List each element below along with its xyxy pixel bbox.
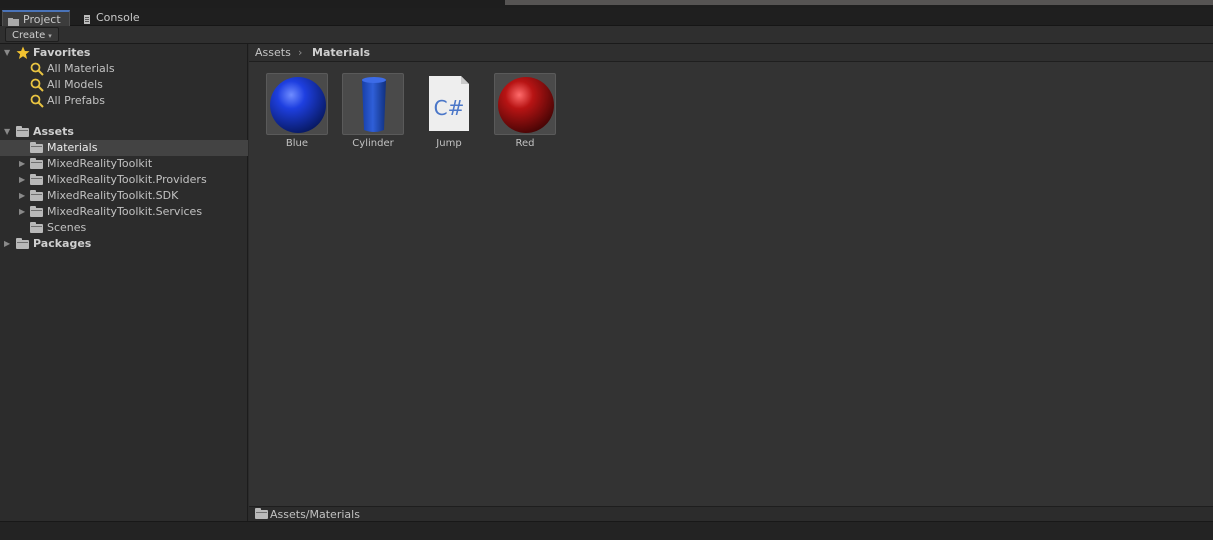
folder-icon (30, 190, 43, 201)
tab-project-label: Project (23, 13, 61, 26)
packages-title: Packages (33, 237, 92, 250)
favorite-item[interactable]: All Materials (0, 61, 248, 77)
favorites-header[interactable]: ▼ Favorites (0, 45, 248, 61)
asset-name: Blue (285, 138, 309, 149)
tab-project[interactable]: Project (2, 10, 70, 26)
favorite-item-label: All Materials (47, 62, 115, 75)
collapse-triangle-icon[interactable]: ▶ (4, 236, 10, 252)
cylinder-model-icon (342, 73, 404, 135)
folder-icon (8, 15, 19, 26)
csharp-script-icon: C# (418, 73, 480, 135)
tree-item-label: Scenes (47, 221, 87, 234)
folder-icon (16, 126, 29, 137)
project-toolbar: Create ▾ (0, 26, 1213, 44)
asset-tile-blue[interactable]: Blue (266, 73, 328, 149)
search-icon (30, 94, 44, 108)
folder-icon (30, 206, 43, 217)
collapse-triangle-icon[interactable]: ▶ (19, 172, 25, 188)
asset-name: Jump (436, 138, 462, 149)
tab-console[interactable]: Console (80, 10, 150, 26)
tree-item-mixedrealitytoolkit[interactable]: ▶ MixedRealityToolkit (0, 156, 248, 172)
tree-item-label: MixedRealityToolkit.SDK (47, 189, 179, 202)
folder-icon (30, 174, 43, 185)
folder-icon (16, 238, 29, 249)
collapse-triangle-icon[interactable]: ▶ (19, 204, 25, 220)
asset-tile-cylinder[interactable]: Cylinder (342, 73, 404, 149)
star-icon (16, 46, 30, 60)
editor-status-bar (0, 521, 1213, 540)
folder-icon (30, 158, 43, 169)
red-sphere-material-icon (494, 73, 556, 135)
top-window-strip (0, 0, 1213, 8)
chevron-down-icon: ▾ (48, 32, 52, 40)
packages-header[interactable]: ▶ Packages (0, 236, 248, 252)
create-label: Create (12, 30, 46, 41)
favorite-item-label: All Models (47, 78, 103, 91)
collapse-triangle-icon[interactable]: ▶ (19, 188, 25, 204)
search-icon (30, 62, 44, 76)
asset-name: Red (515, 138, 535, 149)
folder-icon (30, 142, 43, 153)
tree-item-label: MixedRealityToolkit.Services (47, 205, 203, 218)
tree-item-mixedrealitytoolkit-services[interactable]: ▶ MixedRealityToolkit.Services (0, 204, 248, 220)
csharp-glyph: C# (434, 96, 465, 120)
tree-item-scenes[interactable]: Scenes (0, 220, 248, 236)
breadcrumb-separator-icon: › (298, 46, 303, 59)
folder-icon (255, 508, 268, 519)
tree-item-materials[interactable]: Materials (0, 140, 248, 156)
create-dropdown-button[interactable]: Create ▾ (5, 27, 59, 42)
asset-path-label: Assets/Materials (270, 508, 360, 521)
blue-sphere-material-icon (266, 73, 328, 135)
tree-item-label: Materials (47, 141, 98, 154)
collapse-triangle-icon[interactable]: ▶ (19, 156, 25, 172)
assets-header[interactable]: ▼ Assets (0, 124, 248, 140)
console-icon (83, 13, 91, 24)
scene-view-edge (505, 0, 1213, 5)
tree-item-mixedrealitytoolkit-providers[interactable]: ▶ MixedRealityToolkit.Providers (0, 172, 248, 188)
assets-title: Assets (33, 125, 74, 138)
panel-tab-bar: Project Console (0, 8, 1213, 26)
favorite-item[interactable]: All Models (0, 77, 248, 93)
asset-name: Cylinder (352, 138, 394, 149)
search-icon (30, 78, 44, 92)
tab-console-label: Console (96, 11, 140, 24)
folder-icon (30, 222, 43, 233)
breadcrumb-assets[interactable]: Assets (255, 44, 291, 61)
asset-path-bar: Assets/Materials (249, 506, 1213, 521)
project-tree-panel: ▼ Favorites All Materials All Models All… (0, 44, 248, 521)
asset-browser-panel: Assets › Materials Blue Cylinder C# Jump… (249, 44, 1213, 521)
favorite-item-label: All Prefabs (47, 94, 105, 107)
breadcrumb-materials[interactable]: Materials (312, 44, 370, 61)
expand-triangle-icon[interactable]: ▼ (4, 124, 10, 140)
favorite-item[interactable]: All Prefabs (0, 93, 248, 109)
tree-item-label: MixedRealityToolkit.Providers (47, 173, 207, 186)
tree-item-label: MixedRealityToolkit (47, 157, 153, 170)
asset-tile-red[interactable]: Red (494, 73, 556, 149)
tree-item-mixedrealitytoolkit-sdk[interactable]: ▶ MixedRealityToolkit.SDK (0, 188, 248, 204)
asset-tile-jump[interactable]: C# Jump (418, 73, 480, 149)
breadcrumb: Assets › Materials (249, 44, 1213, 62)
favorites-title: Favorites (33, 46, 91, 59)
expand-triangle-icon[interactable]: ▼ (4, 45, 10, 61)
